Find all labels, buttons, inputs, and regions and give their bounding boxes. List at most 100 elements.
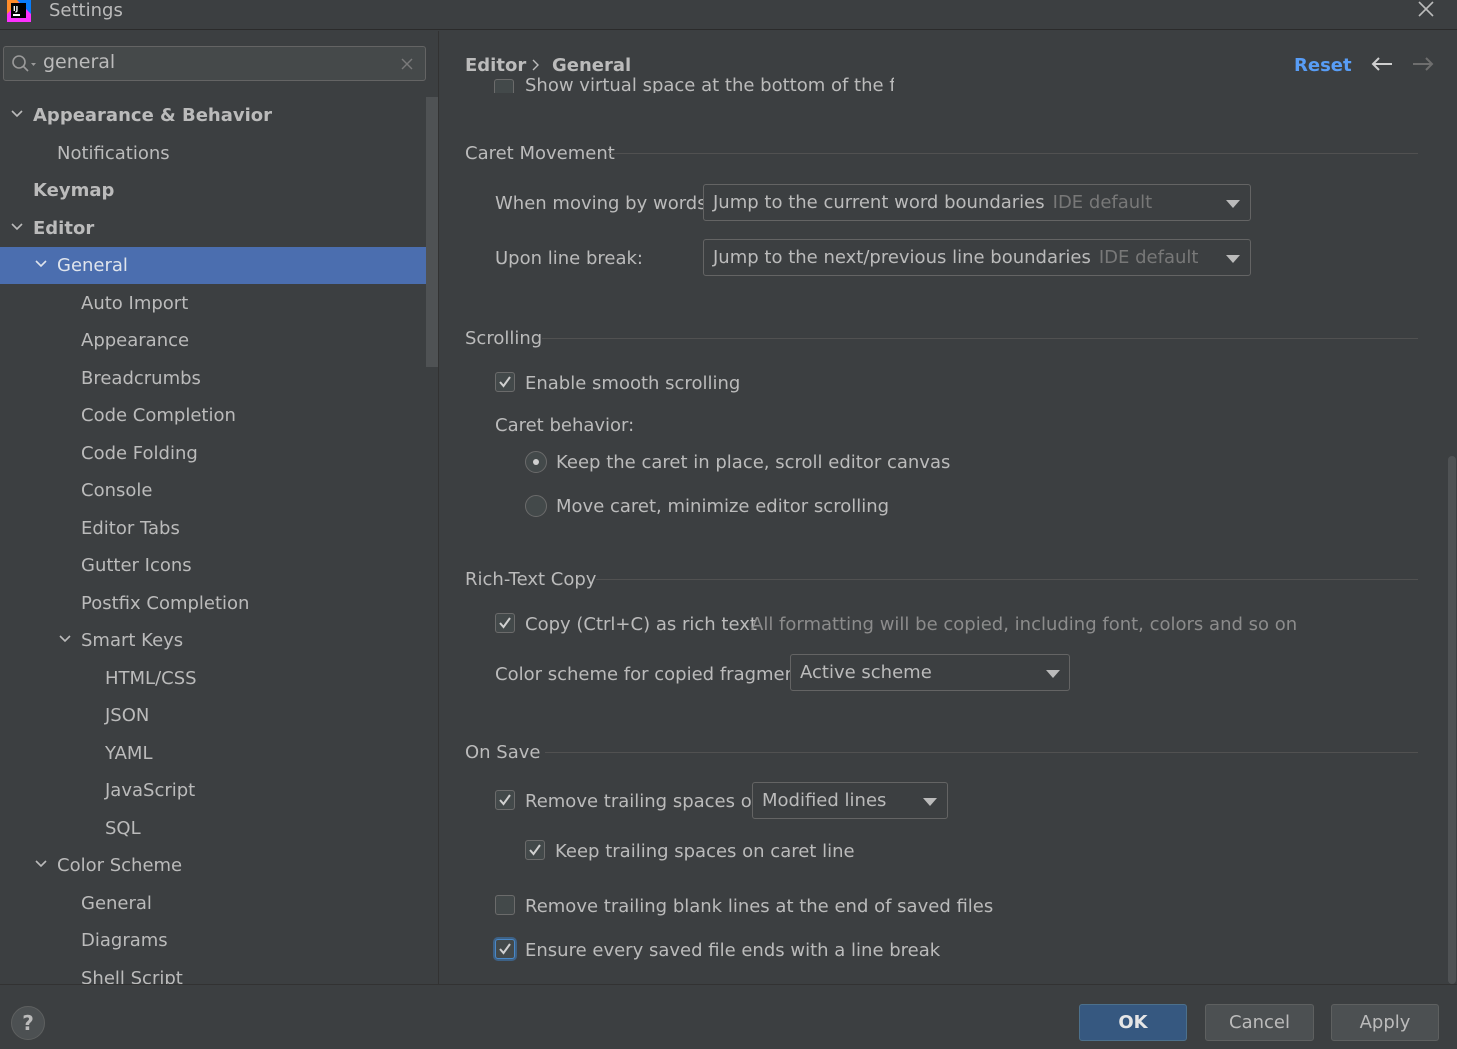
tree-item-label: Notifications — [57, 142, 170, 164]
chevron-down-icon — [1046, 670, 1060, 678]
tree-item-appearance[interactable]: Appearance — [0, 322, 426, 359]
scrolling-title: Scrolling — [465, 328, 543, 349]
ok-button[interactable]: OK — [1079, 1004, 1187, 1041]
tree-item-editor-tabs[interactable]: Editor Tabs — [0, 510, 426, 547]
caret-behavior-label: Caret behavior: — [495, 415, 635, 436]
color-scheme-value: Active scheme — [800, 662, 932, 683]
tree-item-json[interactable]: JSON — [0, 697, 426, 734]
tree-item-label: Editor Tabs — [81, 517, 180, 539]
tree-item-keymap[interactable]: Keymap — [0, 172, 426, 209]
move-caret-radio[interactable] — [525, 495, 547, 517]
partial-checkbox-row: Show virtual space at the bottom of the … — [494, 73, 894, 93]
moving-by-words-dropdown[interactable]: Jump to the current word boundaries IDE d… — [703, 184, 1251, 221]
chevron-down-icon[interactable] — [11, 110, 23, 118]
checkmark-icon — [529, 844, 541, 856]
search-icon — [12, 55, 36, 72]
keep-caret-spaces-checkbox[interactable] — [525, 840, 545, 860]
tree-item-color-scheme[interactable]: Color Scheme — [0, 847, 426, 884]
tree-item-label: JSON — [105, 705, 150, 726]
color-scheme-dropdown[interactable]: Active scheme — [790, 654, 1070, 691]
forward-arrow-icon[interactable] — [1412, 57, 1434, 71]
clear-search-icon[interactable] — [400, 57, 414, 71]
title-bar: IJ Settings — [0, 0, 1457, 30]
tree-item-label: Keymap — [33, 180, 115, 201]
rich-text-copy-title: Rich-Text Copy — [465, 569, 597, 590]
tree-item-label: General — [57, 255, 128, 276]
tree-item-diagrams[interactable]: Diagrams — [0, 922, 426, 959]
window-title: Settings — [49, 0, 123, 21]
checkmark-icon — [499, 794, 511, 806]
tree-item-label: JavaScript — [105, 780, 196, 801]
reset-link[interactable]: Reset — [1294, 55, 1352, 76]
rich-text-checkbox[interactable] — [495, 613, 515, 633]
tree-item-label: Gutter Icons — [81, 555, 192, 576]
tree-item-code-completion[interactable]: Code Completion — [0, 397, 426, 434]
remove-trailing-spaces-checkbox[interactable] — [495, 790, 515, 810]
sidebar-scrollbar[interactable] — [426, 97, 438, 367]
content-scrollbar[interactable] — [1448, 456, 1456, 984]
tree-item-label: YAML — [105, 742, 153, 764]
search-input[interactable]: general — [43, 51, 115, 73]
tree-item-sql[interactable]: SQL — [0, 810, 426, 847]
svg-text:IJ: IJ — [13, 5, 18, 13]
tree-item-auto-import[interactable]: Auto Import — [0, 285, 426, 322]
breadcrumb-chevron-icon — [532, 59, 539, 71]
back-arrow-icon[interactable] — [1371, 57, 1393, 71]
section-divider — [596, 579, 1418, 580]
tree-item-gutter-icons[interactable]: Gutter Icons — [0, 547, 426, 584]
trailing-spaces-dropdown[interactable]: Modified lines — [752, 782, 948, 819]
remove-blank-lines-label: Remove trailing blank lines at the end o… — [525, 896, 994, 917]
tree-item-breadcrumbs[interactable]: Breadcrumbs — [0, 360, 426, 397]
virtual-space-checkbox[interactable] — [494, 79, 514, 93]
tree-item-console[interactable]: Console — [0, 472, 426, 509]
checkmark-icon — [499, 617, 511, 629]
keep-caret-spaces-label: Keep trailing spaces on caret line — [555, 841, 855, 862]
chevron-down-icon[interactable] — [35, 860, 47, 868]
ide-default-hint: IDE default — [1098, 247, 1199, 268]
tree-item-html-css[interactable]: HTML/CSS — [0, 660, 426, 697]
tree-item-label: Breadcrumbs — [81, 367, 201, 389]
chevron-down-icon[interactable] — [59, 635, 71, 643]
tree-item-yaml[interactable]: YAML — [0, 735, 426, 772]
smooth-scrolling-checkbox[interactable] — [495, 372, 515, 392]
tree-item-label: Smart Keys — [81, 630, 184, 651]
trailing-spaces-value: Modified lines — [762, 790, 887, 811]
tree-item-editor[interactable]: Editor — [0, 210, 426, 247]
line-break-dropdown[interactable]: Jump to the next/previous line boundarie… — [703, 239, 1251, 276]
checkmark-icon — [499, 376, 511, 388]
chevron-down-icon[interactable] — [11, 222, 23, 231]
remove-blank-lines-checkbox[interactable] — [495, 895, 515, 915]
tree-item-label: Appearance & Behavior — [33, 105, 273, 126]
on-save-title: On Save — [465, 742, 541, 763]
ensure-line-break-label: Ensure every saved file ends with a line… — [525, 940, 941, 961]
close-window-icon[interactable] — [1415, 0, 1437, 20]
tree-item-appearance-behavior[interactable]: Appearance & Behavior — [0, 97, 426, 134]
tree-item-code-folding[interactable]: Code Folding — [0, 435, 426, 472]
tree-item-general[interactable]: General — [0, 885, 426, 922]
ensure-line-break-checkbox[interactable] — [495, 939, 515, 959]
settings-search-field[interactable]: general — [3, 46, 426, 81]
tree-item-label: General — [81, 892, 152, 914]
tree-item-postfix-completion[interactable]: Postfix Completion — [0, 585, 426, 622]
chevron-down-icon[interactable] — [35, 260, 47, 268]
tree-item-label: Auto Import — [81, 292, 189, 314]
help-button[interactable]: ? — [11, 1006, 45, 1040]
tree-item-general[interactable]: General — [0, 247, 438, 284]
rich-text-label: Copy (Ctrl+C) as rich text — [525, 614, 757, 635]
remove-trailing-spaces-label: Remove trailing spaces on: — [525, 791, 770, 812]
rich-text-hint: All formatting will be copied, including… — [751, 614, 1298, 635]
tree-item-smart-keys[interactable]: Smart Keys — [0, 622, 426, 659]
tree-item-label: Code Folding — [81, 442, 198, 464]
section-divider — [542, 338, 1418, 339]
apply-button[interactable]: Apply — [1331, 1004, 1439, 1041]
keep-caret-label: Keep the caret in place, scroll editor c… — [556, 452, 951, 473]
cancel-button[interactable]: Cancel — [1205, 1004, 1314, 1041]
keep-caret-radio[interactable] — [525, 451, 547, 473]
tree-item-notifications[interactable]: Notifications — [0, 135, 426, 172]
intellij-logo-icon: IJ — [7, 0, 31, 22]
tree-item-label: Color Scheme — [57, 855, 183, 876]
section-divider — [610, 153, 1418, 154]
tree-item-shell-script[interactable]: Shell Script — [0, 960, 426, 985]
smooth-scrolling-label: Enable smooth scrolling — [525, 373, 741, 394]
tree-item-javascript[interactable]: JavaScript — [0, 772, 426, 809]
